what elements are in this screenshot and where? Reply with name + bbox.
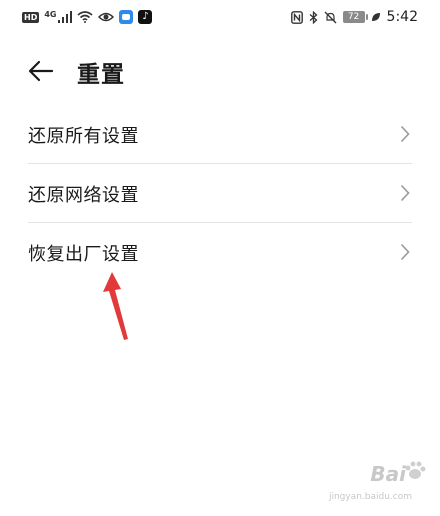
red-arrow-annotation [103,272,128,340]
list-item-label: 恢复出厂设置 [28,244,139,265]
status-bar-left: HD 4G ♪ [22,9,153,24]
app-icon [119,10,134,24]
page-title: 重置 [77,62,125,88]
chevron-right-icon [400,243,410,261]
mute-icon [324,11,337,23]
watermark-subtext: jingyan.baidu.com [328,492,412,502]
watermark-text: Bai [370,462,406,486]
status-time: 5:42 [386,9,418,25]
settings-list: 还原所有设置 还原网络设置 恢复出厂设置 [0,105,440,282]
chevron-right-icon [400,184,410,202]
status-bar-right: 72 5:42 [290,9,418,25]
chevron-right-icon [400,125,410,143]
list-item-factory-reset[interactable]: 恢复出厂设置 [0,223,440,282]
list-item-reset-network-settings[interactable]: 还原网络设置 [0,164,440,223]
battery-icon: 72 [342,11,368,23]
list-item-label: 还原所有设置 [28,126,139,147]
list-item-label: 还原网络设置 [28,185,139,206]
wifi-icon [77,11,94,23]
paw-icon [405,461,426,479]
eye-icon [98,12,115,22]
page-header: 重置 [0,52,440,92]
nfc-icon [290,10,303,24]
leaf-icon [371,13,380,21]
bluetooth-icon [309,10,318,24]
list-item-reset-all-settings[interactable]: 还原所有设置 [0,105,440,164]
network-type-label: 4G [44,9,57,19]
back-arrow-icon[interactable] [26,56,56,86]
status-bar: HD 4G ♪ 72 5:42 [0,0,440,34]
signal-icon [58,11,73,23]
tiktok-icon: ♪ [138,10,153,24]
hd-icon: HD [22,11,40,23]
